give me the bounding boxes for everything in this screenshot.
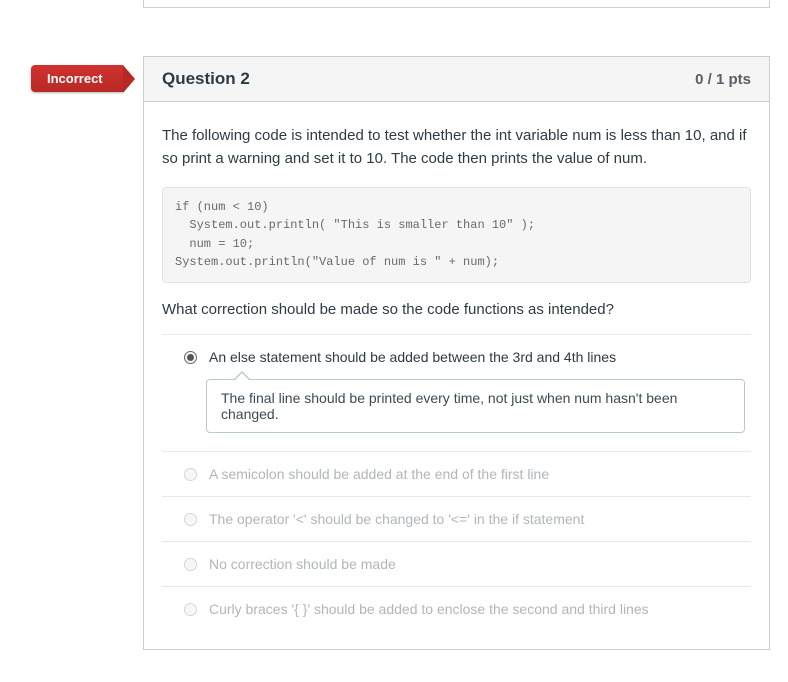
answer-list: An else statement should be added betwee… (144, 334, 769, 649)
answer-text: A semicolon should be added at the end o… (209, 466, 549, 482)
question-points: 0 / 1 pts (695, 71, 751, 88)
answer-text: The operator '<' should be changed to '<… (209, 511, 584, 527)
question-header: Question 2 0 / 1 pts (144, 57, 769, 102)
result-badge: Incorrect (31, 65, 123, 92)
answer-text: Curly braces '{ }' should be added to en… (209, 601, 649, 617)
radio-icon (184, 351, 197, 364)
code-block: if (num < 10) System.out.println( "This … (162, 187, 751, 283)
result-badge-text: Incorrect (47, 71, 103, 86)
answer-text: An else statement should be added betwee… (209, 349, 616, 365)
previous-card-edge (143, 0, 770, 8)
question-body: The following code is intended to test w… (144, 102, 769, 334)
question-intro: The following code is intended to test w… (162, 124, 751, 171)
question-card: Incorrect Question 2 0 / 1 pts The follo… (143, 56, 770, 650)
answer-option[interactable]: A semicolon should be added at the end o… (162, 452, 751, 496)
radio-icon (184, 603, 197, 616)
radio-icon (184, 468, 197, 481)
answer-option[interactable]: Curly braces '{ }' should be added to en… (162, 587, 751, 631)
radio-icon (184, 558, 197, 571)
feedback-bubble: The final line should be printed every t… (206, 379, 745, 433)
question-title: Question 2 (162, 69, 250, 89)
question-followup: What correction should be made so the co… (162, 301, 751, 318)
radio-icon (184, 513, 197, 526)
answer-text: No correction should be made (209, 556, 396, 572)
answer-option[interactable]: The operator '<' should be changed to '<… (162, 497, 751, 541)
answer-option[interactable]: No correction should be made (162, 542, 751, 586)
feedback-container: The final line should be printed every t… (162, 379, 751, 451)
